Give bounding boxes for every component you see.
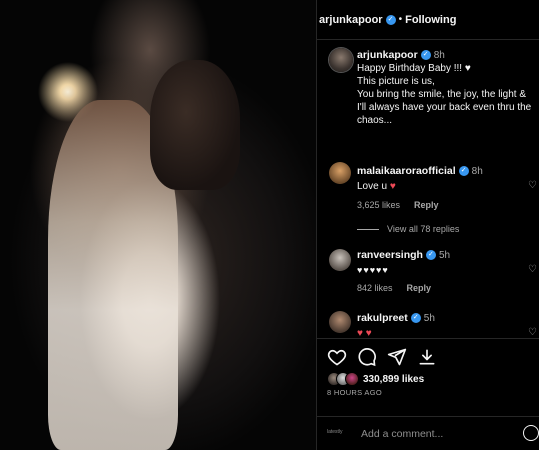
commenter-avatar[interactable] (329, 162, 351, 184)
view-replies-label: View all 78 replies (387, 224, 460, 234)
post-photo[interactable] (0, 0, 316, 450)
save-icon[interactable] (417, 347, 437, 367)
watermark-logo: latestly (327, 429, 343, 435)
caption-time: 8h (433, 50, 445, 61)
caption-line: Happy Birthday Baby !!! ♥ (357, 63, 471, 74)
comment-item: malaikaaroraofficial ✓ 8h Love u ♥ (357, 165, 539, 193)
comment-author[interactable]: rakulpreet (357, 312, 408, 324)
comment-time: 8h (471, 166, 483, 177)
action-bar (317, 338, 539, 373)
comment-heart: ♥ (389, 181, 396, 192)
view-replies[interactable]: View all 78 replies (357, 224, 459, 234)
verified-badge-icon: ✓ (425, 250, 436, 261)
caption: arjunkapoor ✓ 8h Happy Birthday Baby !!! ♥… (357, 49, 539, 127)
comment-author[interactable]: malaikaaroraofficial (357, 165, 456, 177)
heart-icon[interactable] (327, 347, 347, 367)
following-button[interactable]: Following (405, 14, 456, 26)
comment-text: ♥♥♥♥♥ (357, 265, 389, 275)
comment-composer: latestly (317, 416, 539, 450)
verified-badge-icon: ✓ (420, 50, 431, 61)
comment-time: 5h (423, 313, 435, 324)
verified-badge-icon: ✓ (385, 14, 396, 25)
caption-author-avatar[interactable] (329, 48, 353, 72)
comment-like-heart-icon[interactable]: ♡ (528, 264, 537, 275)
caption-line: chaos... (357, 115, 393, 126)
reply-button[interactable]: Reply (407, 283, 432, 293)
comment-author[interactable]: ranveersingh (357, 249, 423, 261)
comment-like-heart-icon[interactable]: ♡ (528, 180, 537, 191)
comment-likes[interactable]: 3,625 likes (357, 200, 400, 210)
comment-text: Love u (357, 181, 388, 192)
comment-like-heart-icon[interactable]: ♡ (528, 327, 537, 338)
post-side-panel: arjunkapoor ✓ • Following arjunkapoor ✓ 8h… (317, 0, 539, 450)
comment-item: rakulpreet ✓ 5h ♥ ♥ (357, 312, 539, 340)
comment-time: 5h (438, 250, 451, 261)
caption-author[interactable]: arjunkapoor (357, 49, 418, 61)
caption-line: This picture is us, (357, 76, 435, 87)
comment-icon[interactable] (357, 347, 377, 367)
post-timestamp: 8 HOURS AGO (327, 388, 382, 397)
add-comment-input[interactable] (361, 426, 521, 442)
commenter-avatar[interactable] (329, 311, 351, 333)
emoji-icon[interactable] (523, 425, 539, 441)
post-header: arjunkapoor ✓ • Following (317, 0, 539, 40)
photo-figure-man (150, 60, 240, 190)
verified-badge-icon: ✓ (458, 166, 469, 177)
reply-button[interactable]: Reply (414, 200, 439, 210)
header-separator: • (398, 14, 403, 25)
commenter-avatar[interactable] (329, 249, 351, 271)
comment-meta: 3,625 likes Reply (357, 200, 453, 210)
caption-line: I'll always have your back even thru the (357, 102, 532, 113)
likes-count[interactable]: 330,899 likes (363, 374, 424, 385)
comment-likes[interactable]: 842 likes (357, 283, 393, 293)
author-username[interactable]: arjunkapoor (319, 14, 383, 26)
liker-avatar (345, 372, 359, 386)
comment-item: ranveersingh ✓ 5h ♥♥♥♥♥ (357, 249, 539, 277)
share-icon[interactable] (387, 347, 407, 367)
comment-meta: 842 likes Reply (357, 283, 445, 293)
verified-badge-icon: ✓ (410, 313, 421, 324)
replies-line (357, 228, 379, 230)
caption-line: You bring the smile, the joy, the light … (357, 89, 526, 100)
likes-row[interactable]: 330,899 likes (327, 372, 424, 386)
